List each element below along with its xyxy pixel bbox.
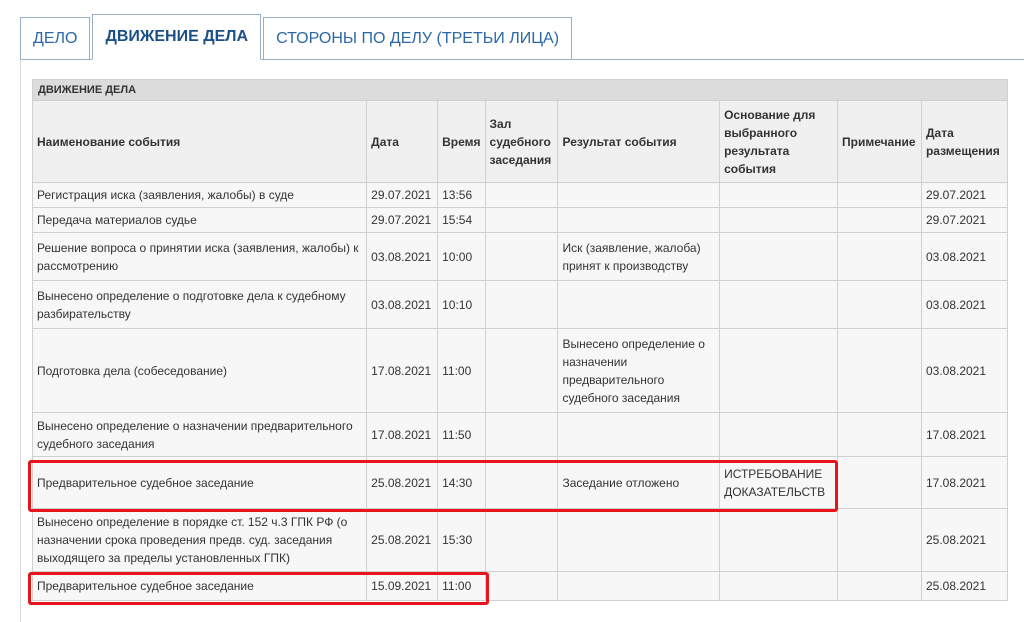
tab-case[interactable]: ДЕЛО bbox=[20, 17, 91, 60]
table-row: Вынесено определение о назначении предва… bbox=[31, 412, 1009, 457]
cell-basis: ИСТРЕБОВАНИЕ ДОКАЗАТЕЛЬСТВ bbox=[719, 456, 838, 509]
cell-date: 25.08.2021 bbox=[366, 508, 439, 572]
cell-time: 15:54 bbox=[437, 207, 486, 233]
cell-time: 10:10 bbox=[437, 280, 486, 329]
cell-date: 29.07.2021 bbox=[366, 207, 439, 233]
cell-event-name: Предварительное судебное заседание bbox=[31, 571, 368, 601]
cell-basis bbox=[719, 280, 838, 329]
column-header-result: Результат события bbox=[557, 100, 721, 183]
cell-date: 17.08.2021 bbox=[366, 412, 439, 457]
cell-result bbox=[557, 182, 721, 208]
cell-note bbox=[836, 508, 922, 572]
cell-posting-date: 03.08.2021 bbox=[920, 232, 1009, 281]
cell-note bbox=[836, 456, 922, 509]
cell-date: 17.08.2021 bbox=[366, 328, 439, 413]
cell-note bbox=[836, 182, 922, 208]
cell-time: 15:30 bbox=[437, 508, 486, 572]
cell-posting-date: 25.08.2021 bbox=[920, 508, 1009, 572]
cell-posting-date: 03.08.2021 bbox=[920, 280, 1009, 329]
cell-courtroom bbox=[484, 508, 559, 572]
table-row: Предварительное судебное заседание 15.09… bbox=[31, 571, 1009, 601]
cell-basis bbox=[719, 328, 838, 413]
cell-event-name: Передача материалов судье bbox=[31, 207, 368, 233]
cell-courtroom bbox=[484, 571, 559, 601]
cell-courtroom bbox=[484, 328, 559, 413]
cell-result: Иск (заявление, жалоба) принят к произво… bbox=[557, 232, 721, 281]
cell-event-name: Решение вопроса о принятии иска (заявлен… bbox=[31, 232, 368, 281]
cell-event-name: Вынесено определение о назначении предва… bbox=[31, 412, 368, 457]
cell-time: 11:00 bbox=[437, 328, 486, 413]
tab-bar: ДЕЛО ДВИЖЕНИЕ ДЕЛА СТОРОНЫ ПО ДЕЛУ (ТРЕТ… bbox=[20, 14, 574, 60]
section-title: ДВИЖЕНИЕ ДЕЛА bbox=[32, 79, 1008, 101]
cell-courtroom bbox=[484, 456, 559, 509]
cell-posting-date: 29.07.2021 bbox=[920, 182, 1009, 208]
cell-note bbox=[836, 207, 922, 233]
cell-basis bbox=[719, 232, 838, 281]
cell-event-name: Регистрация иска (заявления, жалобы) в с… bbox=[31, 182, 368, 208]
table-row: Передача материалов судье 29.07.2021 15:… bbox=[31, 207, 1009, 233]
cell-time: 13:56 bbox=[437, 182, 486, 208]
cell-result bbox=[557, 412, 721, 457]
cell-result bbox=[557, 207, 721, 233]
cell-posting-date: 25.08.2021 bbox=[920, 571, 1009, 601]
cell-event-name: Подготовка дела (собеседование) bbox=[31, 328, 368, 413]
cell-courtroom bbox=[484, 182, 559, 208]
cell-note bbox=[836, 412, 922, 457]
table-row: Регистрация иска (заявления, жалобы) в с… bbox=[31, 182, 1009, 208]
cell-result bbox=[557, 571, 721, 601]
cell-courtroom bbox=[484, 412, 559, 457]
cell-time: 10:00 bbox=[437, 232, 486, 281]
cell-result: Вынесено определение о назначении предва… bbox=[557, 328, 721, 413]
column-header-event-name: Наименование события bbox=[31, 100, 368, 183]
cell-posting-date: 17.08.2021 bbox=[920, 456, 1009, 509]
cell-date: 29.07.2021 bbox=[366, 182, 439, 208]
cell-event-name: Вынесено определение в порядке ст. 152 ч… bbox=[31, 508, 368, 572]
column-header-note: Примечание bbox=[836, 100, 922, 183]
case-movement-table: ДВИЖЕНИЕ ДЕЛА Наименование события Дата … bbox=[31, 79, 1009, 601]
cell-basis bbox=[719, 508, 838, 572]
cell-note bbox=[836, 232, 922, 281]
cell-basis bbox=[719, 207, 838, 233]
cell-courtroom bbox=[484, 280, 559, 329]
tab-parties[interactable]: СТОРОНЫ ПО ДЕЛУ (ТРЕТЬИ ЛИЦА) bbox=[263, 17, 573, 60]
cell-time: 11:50 bbox=[437, 412, 486, 457]
cell-date: 03.08.2021 bbox=[366, 232, 439, 281]
cell-event-name: Предварительное судебное заседание bbox=[31, 456, 368, 509]
cell-event-name: Вынесено определение о подготовке дела к… bbox=[31, 280, 368, 329]
cell-time: 11:00 bbox=[437, 571, 486, 601]
cell-posting-date: 17.08.2021 bbox=[920, 412, 1009, 457]
column-header-time: Время bbox=[437, 100, 486, 183]
column-header-posting-date: Дата размещения bbox=[920, 100, 1009, 183]
cell-note bbox=[836, 328, 922, 413]
column-header-date: Дата bbox=[366, 100, 439, 183]
table-body: Регистрация иска (заявления, жалобы) в с… bbox=[31, 182, 1009, 601]
cell-posting-date: 29.07.2021 bbox=[920, 207, 1009, 233]
cell-courtroom bbox=[484, 232, 559, 281]
table-row: Вынесено определение о подготовке дела к… bbox=[31, 280, 1009, 329]
cell-date: 15.09.2021 bbox=[366, 571, 439, 601]
table-row: Подготовка дела (собеседование) 17.08.20… bbox=[31, 328, 1009, 413]
cell-basis bbox=[719, 182, 838, 208]
table-row: Предварительное судебное заседание 25.08… bbox=[31, 456, 1009, 509]
table-row: Решение вопроса о принятии иска (заявлен… bbox=[31, 232, 1009, 281]
cell-result bbox=[557, 280, 721, 329]
cell-basis bbox=[719, 571, 838, 601]
cell-time: 14:30 bbox=[437, 456, 486, 509]
tab-case-movement[interactable]: ДВИЖЕНИЕ ДЕЛА bbox=[92, 14, 262, 60]
cell-result bbox=[557, 508, 721, 572]
cell-note bbox=[836, 571, 922, 601]
cell-note bbox=[836, 280, 922, 329]
cell-result: Заседание отложено bbox=[557, 456, 721, 509]
table-row: Вынесено определение в порядке ст. 152 ч… bbox=[31, 508, 1009, 572]
cell-date: 03.08.2021 bbox=[366, 280, 439, 329]
cell-posting-date: 03.08.2021 bbox=[920, 328, 1009, 413]
cell-basis bbox=[719, 412, 838, 457]
cell-courtroom bbox=[484, 207, 559, 233]
column-header-basis: Основание для выбранного результата собы… bbox=[719, 100, 838, 183]
cell-date: 25.08.2021 bbox=[366, 456, 439, 509]
column-header-courtroom: Зал судебного заседания bbox=[484, 100, 559, 183]
